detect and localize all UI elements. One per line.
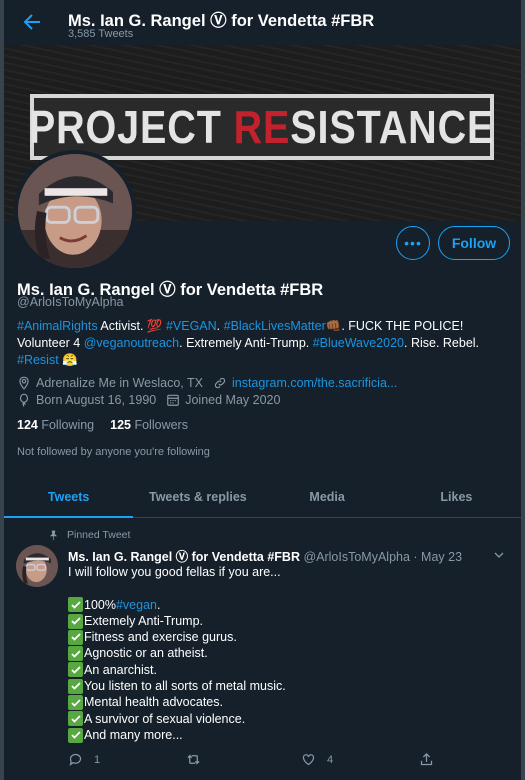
birthday: Born August 16, 1990 bbox=[17, 393, 156, 407]
balloon-icon bbox=[19, 393, 29, 407]
tweet-avatar[interactable] bbox=[16, 545, 58, 587]
follow-button[interactable]: Follow bbox=[438, 226, 510, 260]
more-options-button[interactable]: ••• bbox=[396, 226, 430, 260]
tweet-header: Ms. Ian G. Rangel Ⓥ for Vendetta #FBR @A… bbox=[68, 546, 462, 565]
tweet-actions: 1 4 bbox=[68, 752, 448, 767]
tab-tweets[interactable]: Tweets bbox=[4, 477, 134, 518]
right-border bbox=[521, 0, 525, 780]
banner-text: PROJECT RESISTANCE bbox=[29, 101, 495, 153]
check-mark-icon bbox=[68, 597, 83, 613]
check-mark-icon bbox=[68, 711, 83, 727]
following-link[interactable]: 124 Following bbox=[17, 418, 94, 432]
pinned-tweet-label: Pinned Tweet bbox=[48, 529, 130, 541]
website[interactable]: instagram.com/the.sacrificia... bbox=[213, 376, 397, 390]
banner-logo-box: PROJECT RESISTANCE bbox=[29, 94, 495, 160]
tweet-list-item: Mental health advocates. bbox=[68, 694, 498, 711]
profile-meta-row-2: Born August 16, 1990 Joined May 2020 bbox=[17, 393, 280, 407]
profile-meta-row-1: Adrenalize Me in Weslaco, TX instagram.c… bbox=[17, 376, 397, 390]
calendar-icon bbox=[167, 394, 180, 406]
not-followed-note: Not followed by anyone you're following bbox=[17, 446, 210, 458]
chevron-down-icon[interactable] bbox=[493, 548, 505, 560]
follow-stats: 124 Following 125 Followers bbox=[17, 418, 188, 432]
tweet-list-item: 100% #vegan. bbox=[68, 597, 498, 613]
check-mark-icon bbox=[68, 727, 83, 743]
hashtag-link[interactable]: #AnimalRights bbox=[17, 319, 98, 333]
hashtag-link[interactable]: #BlackLivesMatter bbox=[224, 319, 326, 333]
check-mark-icon bbox=[68, 695, 83, 711]
followers-link[interactable]: 125 Followers bbox=[110, 418, 188, 432]
location-pin-icon bbox=[19, 376, 29, 390]
tweet-author-name[interactable]: Ms. Ian G. Rangel Ⓥ for Vendetta #FBR bbox=[68, 550, 300, 564]
profile-bio: #AnimalRights Activist. 💯 #VEGAN. #Black… bbox=[17, 319, 480, 367]
retweet-button[interactable] bbox=[186, 752, 301, 767]
profile-header-bar: Ms. Ian G. Rangel Ⓥ for Vendetta #FBR 3,… bbox=[4, 0, 521, 45]
mention-link[interactable]: @veganoutreach bbox=[84, 336, 179, 350]
tweet-text: I will follow you good fellas if you are… bbox=[68, 564, 498, 743]
check-mark-icon bbox=[68, 629, 83, 645]
check-mark-icon bbox=[68, 662, 83, 678]
tweet-list-item: An anarchist. bbox=[68, 662, 498, 678]
tweet-intro: I will follow you good fellas if you are… bbox=[68, 565, 281, 579]
tweet-list-item: And many more... bbox=[68, 727, 498, 743]
reply-icon bbox=[69, 753, 82, 766]
tweet-list-item: Agnostic or an atheist. bbox=[68, 645, 498, 662]
tweet-list-item: You listen to all sorts of metal music. bbox=[68, 678, 498, 694]
location: Adrenalize Me in Weslaco, TX bbox=[17, 376, 203, 390]
back-arrow-icon[interactable] bbox=[20, 10, 44, 34]
join-date: Joined May 2020 bbox=[166, 393, 280, 407]
check-mark-icon bbox=[68, 613, 83, 629]
share-icon bbox=[420, 752, 433, 766]
website-link[interactable]: instagram.com/the.sacrificia... bbox=[232, 376, 397, 390]
tweet-list-item: A survivor of sexual violence. bbox=[68, 711, 498, 727]
share-button[interactable] bbox=[419, 752, 445, 767]
tweet-list-item: Fitness and exercise gurus. bbox=[68, 629, 498, 645]
profile-tabs: Tweets Tweets & replies Media Likes bbox=[4, 477, 521, 518]
tab-likes[interactable]: Likes bbox=[392, 477, 521, 517]
profile-handle: @ArloIsToMyAlpha bbox=[17, 295, 124, 309]
pin-icon bbox=[49, 530, 58, 540]
retweet-icon bbox=[187, 754, 200, 765]
check-mark-icon bbox=[68, 678, 83, 694]
header-tweet-count: 3,585 Tweets bbox=[68, 28, 134, 40]
tab-media[interactable]: Media bbox=[263, 477, 392, 517]
check-mark-icon bbox=[68, 646, 83, 662]
like-button[interactable]: 4 bbox=[301, 752, 419, 767]
hashtag-link[interactable]: #Resist bbox=[17, 353, 59, 367]
profile-page: Ms. Ian G. Rangel Ⓥ for Vendetta #FBR 3,… bbox=[4, 0, 521, 780]
tweet-list-item: Extemely Anti-Trump. bbox=[68, 613, 498, 629]
profile-avatar[interactable] bbox=[14, 150, 136, 272]
link-icon bbox=[214, 377, 226, 389]
heart-icon bbox=[302, 754, 315, 766]
tweet-author-meta: @ArloIsToMyAlpha · May 23 bbox=[299, 550, 463, 564]
tab-tweets-replies[interactable]: Tweets & replies bbox=[133, 477, 262, 517]
hashtag-link[interactable]: #VEGAN bbox=[166, 319, 217, 333]
hashtag-link[interactable]: #BlueWave2020 bbox=[313, 336, 404, 350]
hashtag-link[interactable]: #vegan bbox=[116, 597, 157, 613]
reply-button[interactable]: 1 bbox=[68, 752, 186, 767]
